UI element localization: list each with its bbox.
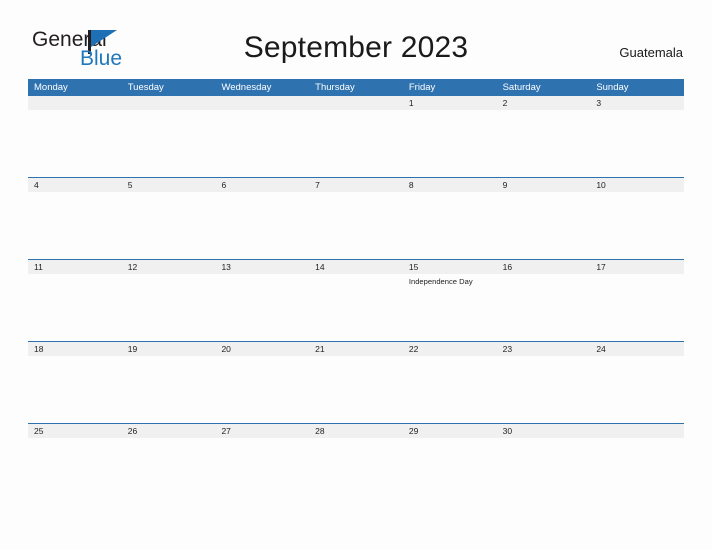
day-number[interactable]: 10: [590, 178, 684, 192]
day-number[interactable]: 27: [215, 424, 309, 438]
weekday-header-thursday: Thursday: [315, 82, 355, 93]
weekday-header-monday: Monday: [34, 82, 68, 93]
day-event[interactable]: [590, 356, 684, 422]
day-event[interactable]: [122, 438, 216, 504]
weekday-header-saturday: Saturday: [502, 82, 541, 93]
week-event-band: Independence Day: [28, 274, 684, 340]
day-event[interactable]: [309, 110, 403, 176]
day-number[interactable]: 2: [497, 96, 591, 110]
day-event[interactable]: [215, 110, 309, 176]
day-event[interactable]: [28, 356, 122, 422]
day-event[interactable]: [215, 356, 309, 422]
day-number[interactable]: 20: [215, 342, 309, 356]
day-event[interactable]: [497, 192, 591, 258]
day-event[interactable]: [122, 356, 216, 422]
day-number[interactable]: 23: [497, 342, 591, 356]
weekday-header-sunday: Sunday: [596, 82, 629, 93]
calendar-week-row: 18 19 20 21 22 23 24: [28, 341, 684, 423]
calendar-week-row: 25 26 27 28 29 30: [28, 423, 684, 505]
weekday-header-tuesday: Tuesday: [127, 82, 164, 93]
week-event-band: [28, 438, 684, 504]
week-date-band: 11 12 13 14 15 16 17: [28, 260, 684, 274]
day-number[interactable]: [215, 96, 309, 110]
day-event[interactable]: [122, 192, 216, 258]
day-number[interactable]: 22: [403, 342, 497, 356]
day-number[interactable]: 13: [215, 260, 309, 274]
day-number[interactable]: 8: [403, 178, 497, 192]
day-event[interactable]: [590, 438, 684, 504]
week-date-band: 1 2 3: [28, 96, 684, 110]
day-number[interactable]: 15: [403, 260, 497, 274]
day-event-independence-day[interactable]: Independence Day: [403, 274, 497, 340]
calendar-week-row: 11 12 13 14 15 16 17 Independence Day: [28, 259, 684, 341]
day-event[interactable]: [590, 192, 684, 258]
day-number[interactable]: 9: [497, 178, 591, 192]
day-number[interactable]: 29: [403, 424, 497, 438]
day-event[interactable]: [122, 274, 216, 340]
day-number[interactable]: [28, 96, 122, 110]
week-date-band: 18 19 20 21 22 23 24: [28, 342, 684, 356]
day-number[interactable]: 25: [28, 424, 122, 438]
day-number[interactable]: [590, 424, 684, 438]
day-number[interactable]: 30: [497, 424, 591, 438]
day-number[interactable]: 19: [122, 342, 216, 356]
day-event[interactable]: [403, 356, 497, 422]
day-number[interactable]: 7: [309, 178, 403, 192]
day-event[interactable]: [215, 438, 309, 504]
day-event[interactable]: [309, 438, 403, 504]
week-event-band: [28, 110, 684, 176]
calendar-week-row: 4 5 6 7 8 9 10: [28, 177, 684, 259]
day-event[interactable]: [497, 110, 591, 176]
day-event[interactable]: [497, 356, 591, 422]
day-event[interactable]: [28, 438, 122, 504]
day-number[interactable]: 6: [215, 178, 309, 192]
day-number[interactable]: 14: [309, 260, 403, 274]
calendar-week-row: 1 2 3: [28, 96, 684, 177]
page-header: General Blue September 2023 Guatemala: [0, 0, 712, 79]
weekday-header-friday: Friday: [408, 82, 436, 93]
weekday-header-wednesday: Wednesday: [221, 82, 272, 93]
week-event-band: [28, 356, 684, 422]
country-label: Guatemala: [619, 45, 683, 60]
day-number[interactable]: [309, 96, 403, 110]
day-number[interactable]: 3: [590, 96, 684, 110]
day-number[interactable]: [122, 96, 216, 110]
day-number[interactable]: 17: [590, 260, 684, 274]
day-event[interactable]: [497, 274, 591, 340]
day-event[interactable]: [497, 438, 591, 504]
page-title: September 2023: [243, 31, 469, 64]
day-event[interactable]: [122, 110, 216, 176]
day-event[interactable]: [590, 110, 684, 176]
week-date-band: 25 26 27 28 29 30: [28, 424, 684, 438]
day-event[interactable]: [28, 110, 122, 176]
day-number[interactable]: 4: [28, 178, 122, 192]
day-event[interactable]: [28, 274, 122, 340]
weekday-header-row: Monday Tuesday Wednesday Thursday Friday…: [28, 79, 684, 96]
day-number[interactable]: 1: [403, 96, 497, 110]
calendar-page: General Blue September 2023 Guatemala Mo…: [0, 0, 712, 550]
week-date-band: 4 5 6 7 8 9 10: [28, 178, 684, 192]
day-number[interactable]: 18: [28, 342, 122, 356]
day-event[interactable]: [28, 192, 122, 258]
day-number[interactable]: 12: [122, 260, 216, 274]
day-event[interactable]: [309, 356, 403, 422]
day-number[interactable]: 24: [590, 342, 684, 356]
day-number[interactable]: 26: [122, 424, 216, 438]
day-event[interactable]: [215, 274, 309, 340]
day-event[interactable]: [403, 438, 497, 504]
day-event[interactable]: [309, 192, 403, 258]
day-number[interactable]: 16: [497, 260, 591, 274]
day-event[interactable]: [309, 274, 403, 340]
day-number[interactable]: 21: [309, 342, 403, 356]
day-number[interactable]: 11: [28, 260, 122, 274]
day-number[interactable]: 5: [122, 178, 216, 192]
day-event[interactable]: [403, 110, 497, 176]
day-event[interactable]: [403, 192, 497, 258]
day-number[interactable]: 28: [309, 424, 403, 438]
week-event-band: [28, 192, 684, 258]
day-event[interactable]: [590, 274, 684, 340]
calendar-grid: Monday Tuesday Wednesday Thursday Friday…: [28, 79, 684, 505]
day-event[interactable]: [215, 192, 309, 258]
